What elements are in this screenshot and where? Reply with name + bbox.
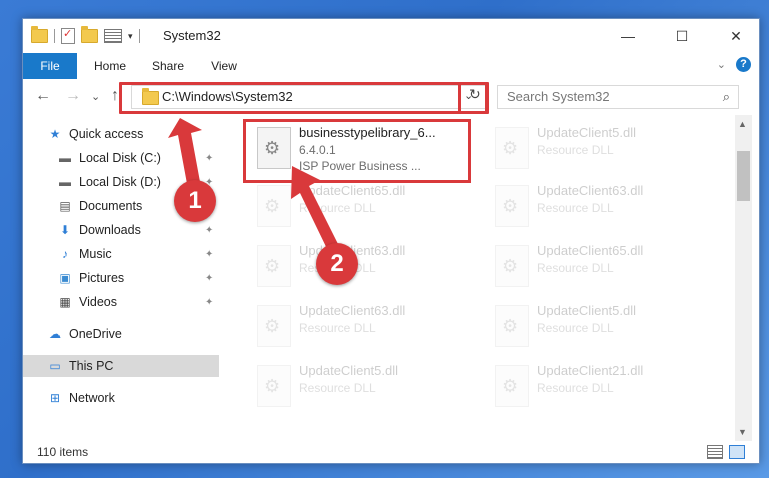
arrow-to-file (291, 166, 340, 255)
step-1-badge: 1 (174, 180, 216, 222)
annotation-arrows (168, 118, 340, 255)
step-2-badge: 2 (316, 243, 358, 285)
